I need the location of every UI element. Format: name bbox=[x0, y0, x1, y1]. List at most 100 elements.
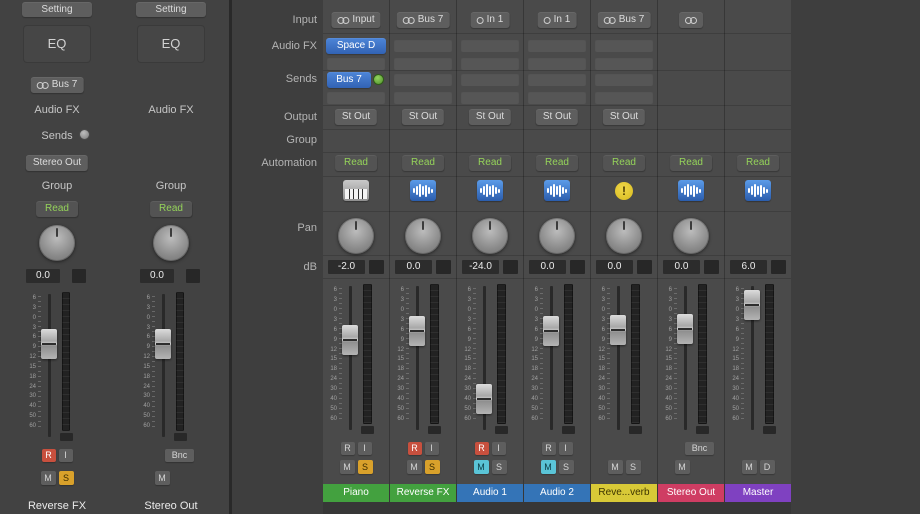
waveform-icon[interactable] bbox=[544, 180, 570, 201]
solo-button[interactable]: S bbox=[357, 460, 373, 474]
track-name-tab[interactable]: Piano bbox=[323, 484, 389, 502]
input-slot[interactable] bbox=[679, 12, 703, 28]
output-slot[interactable]: St Out bbox=[401, 109, 445, 125]
empty-send-slot[interactable] bbox=[394, 73, 452, 86]
waveform-icon[interactable] bbox=[477, 180, 503, 201]
channel-setting-button[interactable]: Setting bbox=[136, 2, 206, 17]
empty-send-slot[interactable] bbox=[461, 73, 519, 86]
empty-send-slot[interactable] bbox=[327, 91, 385, 104]
volume-display[interactable]: -24.0 bbox=[462, 260, 499, 274]
waveform-icon[interactable] bbox=[678, 180, 704, 201]
volume-display[interactable]: 0.0 bbox=[140, 269, 174, 283]
warning-icon[interactable]: ! bbox=[611, 180, 637, 201]
record-enable-button[interactable]: R bbox=[340, 442, 355, 455]
send-level-knob[interactable] bbox=[79, 129, 90, 140]
empty-audio-fx-slot[interactable] bbox=[461, 39, 519, 52]
volume-display[interactable]: 0.0 bbox=[395, 260, 432, 274]
fader-track[interactable] bbox=[476, 284, 492, 432]
bounce-button[interactable]: Bnc bbox=[165, 449, 194, 462]
input-slot[interactable]: In 1 bbox=[470, 12, 510, 28]
pan-knob[interactable] bbox=[673, 218, 709, 254]
pan-knob[interactable] bbox=[472, 218, 508, 254]
fader-handle[interactable] bbox=[610, 314, 626, 345]
fader-handle[interactable] bbox=[342, 325, 358, 356]
pan-knob[interactable] bbox=[338, 218, 374, 254]
empty-audio-fx-slot[interactable] bbox=[461, 57, 519, 70]
empty-send-slot[interactable] bbox=[461, 91, 519, 104]
solo-button[interactable]: S bbox=[58, 471, 74, 485]
bounce-button[interactable]: Bnc bbox=[685, 442, 714, 455]
empty-audio-fx-slot[interactable] bbox=[394, 57, 452, 70]
empty-send-slot[interactable] bbox=[595, 91, 653, 104]
volume-display[interactable]: 0.0 bbox=[529, 260, 566, 274]
fader-handle[interactable] bbox=[409, 315, 425, 346]
mute-button[interactable]: M bbox=[154, 471, 170, 485]
input-monitor-button[interactable]: I bbox=[558, 442, 573, 455]
record-enable-button[interactable]: R bbox=[541, 442, 556, 455]
empty-send-slot[interactable] bbox=[595, 73, 653, 86]
empty-audio-fx-slot[interactable] bbox=[595, 57, 653, 70]
mute-button[interactable]: M bbox=[607, 460, 623, 474]
empty-send-slot[interactable] bbox=[394, 91, 452, 104]
input-slot[interactable]: Bus 7 bbox=[597, 12, 651, 28]
fader-handle[interactable] bbox=[744, 289, 760, 320]
mute-button[interactable]: M bbox=[339, 460, 355, 474]
channel-setting-button[interactable]: Setting bbox=[22, 2, 92, 17]
pan-knob[interactable] bbox=[539, 218, 575, 254]
automation-mode-button[interactable]: Read bbox=[150, 201, 192, 217]
send-level-knob[interactable] bbox=[373, 74, 384, 85]
mute-button[interactable]: M bbox=[473, 460, 489, 474]
track-name-tab[interactable]: Master bbox=[725, 484, 791, 502]
output-slot[interactable]: Stereo Out bbox=[25, 155, 89, 171]
automation-mode-button[interactable]: Read bbox=[469, 155, 511, 171]
volume-display[interactable]: 0.0 bbox=[26, 269, 60, 283]
empty-audio-fx-slot[interactable] bbox=[327, 57, 385, 70]
dim-button[interactable]: D bbox=[759, 460, 775, 474]
automation-mode-button[interactable]: Read bbox=[737, 155, 779, 171]
fader-track[interactable] bbox=[610, 284, 626, 432]
empty-send-slot[interactable] bbox=[528, 91, 586, 104]
eq-display[interactable]: EQ bbox=[23, 25, 91, 63]
automation-mode-button[interactable]: Read bbox=[402, 155, 444, 171]
input-monitor-button[interactable]: I bbox=[424, 442, 439, 455]
automation-mode-button[interactable]: Read bbox=[36, 201, 78, 217]
input-slot[interactable]: Bus 7 bbox=[30, 77, 84, 93]
eq-display[interactable]: EQ bbox=[137, 25, 205, 63]
waveform-icon[interactable] bbox=[745, 180, 771, 201]
solo-button[interactable]: S bbox=[558, 460, 574, 474]
record-enable-button[interactable]: R bbox=[407, 442, 422, 455]
empty-audio-fx-slot[interactable] bbox=[528, 57, 586, 70]
empty-send-slot[interactable] bbox=[528, 73, 586, 86]
output-slot[interactable]: St Out bbox=[468, 109, 512, 125]
track-name-tab[interactable]: Reve...verb bbox=[591, 484, 657, 502]
volume-display[interactable]: -2.0 bbox=[328, 260, 365, 274]
track-name-tab[interactable]: Stereo Out bbox=[658, 484, 724, 502]
track-name-tab[interactable]: Reverse FX bbox=[390, 484, 456, 502]
fader-track[interactable] bbox=[543, 284, 559, 432]
pan-knob[interactable] bbox=[153, 225, 189, 261]
automation-mode-button[interactable]: Read bbox=[335, 155, 377, 171]
pan-knob[interactable] bbox=[606, 218, 642, 254]
pan-knob[interactable] bbox=[405, 218, 441, 254]
input-monitor-button[interactable]: I bbox=[491, 442, 506, 455]
input-monitor-button[interactable]: I bbox=[357, 442, 372, 455]
waveform-icon[interactable] bbox=[410, 180, 436, 201]
volume-display[interactable]: 0.0 bbox=[596, 260, 633, 274]
input-slot[interactable]: Bus 7 bbox=[396, 12, 450, 28]
solo-button[interactable]: S bbox=[625, 460, 641, 474]
fader-handle[interactable] bbox=[543, 315, 559, 346]
automation-mode-button[interactable]: Read bbox=[670, 155, 712, 171]
track-name-tab[interactable]: Audio 1 bbox=[457, 484, 523, 502]
record-enable-button[interactable]: R bbox=[41, 449, 56, 462]
mute-button[interactable]: M bbox=[674, 460, 690, 474]
empty-audio-fx-slot[interactable] bbox=[394, 39, 452, 52]
volume-display[interactable]: 0.0 bbox=[663, 260, 700, 274]
record-enable-button[interactable]: R bbox=[474, 442, 489, 455]
fader-handle[interactable] bbox=[155, 329, 171, 360]
empty-audio-fx-slot[interactable] bbox=[595, 39, 653, 52]
fader-handle[interactable] bbox=[41, 329, 57, 360]
fader-handle[interactable] bbox=[476, 384, 492, 415]
solo-button[interactable]: S bbox=[491, 460, 507, 474]
input-slot[interactable]: Input bbox=[331, 12, 381, 28]
fader-handle[interactable] bbox=[677, 313, 693, 344]
